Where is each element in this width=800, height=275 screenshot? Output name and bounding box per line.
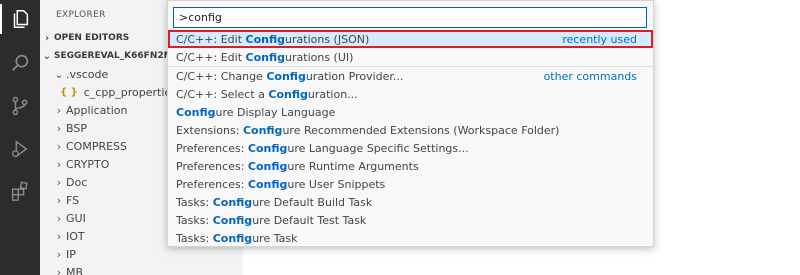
chevron-right-icon: › (56, 265, 62, 275)
tree-item[interactable]: › MB (40, 263, 243, 275)
command-item[interactable]: Tasks: Configure Default Build Task (168, 193, 653, 211)
chevron-right-icon: › (56, 121, 62, 135)
search-icon[interactable] (7, 50, 33, 76)
tree-item-label: .vscode (66, 67, 109, 81)
command-label: Tasks: Configure Default Build Task (176, 195, 373, 209)
files-icon[interactable] (7, 6, 33, 32)
command-item[interactable]: C/C++: Edit Configurations (JSON) recentl… (168, 30, 653, 48)
tree-item-label: Doc (66, 175, 88, 189)
command-group-tag: other commands (543, 69, 637, 83)
activity-bar (0, 0, 40, 275)
chevron-right-icon: › (56, 229, 62, 243)
match-highlight: Config (242, 123, 283, 137)
command-item[interactable]: Preferences: Configure Runtime Arguments (168, 157, 653, 175)
command-item[interactable]: C/C++: Edit Configurations (UI) (168, 48, 653, 66)
match-highlight: Config (247, 177, 288, 191)
json-file-icon: { } (60, 86, 78, 98)
command-group-tag: recently used (562, 32, 637, 46)
command-item[interactable]: Tasks: Configure Default Test Task (168, 211, 653, 229)
tree-item-label: GUI (66, 211, 86, 225)
tree-item-label: IP (66, 247, 76, 261)
command-item[interactable]: Configure Display Language (168, 103, 653, 121)
chevron-right-icon: › (56, 211, 62, 225)
command-palette: C/C++: Edit Configurations (JSON) recentl… (167, 0, 654, 247)
chevron-right-icon: › (56, 193, 62, 207)
command-label: C/C++: Edit Configurations (UI) (176, 50, 354, 64)
match-highlight: Config (212, 195, 253, 209)
command-item[interactable]: Preferences: Configure User Snippets (168, 175, 653, 193)
command-item[interactable]: Preferences: Configure Language Specific… (168, 139, 653, 157)
command-label: C/C++: Edit Configurations (JSON) (176, 32, 370, 46)
match-highlight: Config (212, 213, 253, 227)
tree-item-label: Application (66, 103, 128, 117)
command-label: C/C++: Select a Configuration... (176, 87, 358, 101)
tree-item[interactable]: › IP (40, 245, 243, 263)
extensions-icon[interactable] (7, 178, 33, 204)
match-highlight: Config (245, 50, 286, 64)
chevron-right-icon: › (44, 32, 50, 44)
match-highlight: Config (212, 231, 253, 245)
match-highlight: Config (245, 32, 286, 46)
chevron-right-icon: › (56, 103, 62, 117)
command-label: Tasks: Configure Task (176, 231, 298, 245)
command-label: Extensions: Configure Recommended Extens… (176, 123, 560, 137)
tree-item-label: BSP (66, 121, 87, 135)
command-label: Preferences: Configure Language Specific… (176, 141, 469, 155)
command-item[interactable]: Extensions: Configure Recommended Extens… (168, 121, 653, 139)
command-item[interactable]: C/C++: Change Configuration Provider... o… (168, 67, 653, 85)
active-indicator (0, 4, 2, 34)
tree-item-label: FS (66, 193, 80, 207)
workspace-label: SEGGEREVAL_K66FN2M0_ (54, 51, 184, 61)
match-highlight: Config (247, 141, 288, 155)
command-palette-input[interactable] (173, 7, 647, 28)
chevron-down-icon: ⌄ (42, 50, 52, 62)
chevron-right-icon: › (56, 175, 62, 189)
chevron-right-icon: › (56, 247, 62, 261)
command-label: Preferences: Configure Runtime Arguments (176, 159, 419, 173)
source-control-icon[interactable] (7, 93, 33, 119)
chevron-right-icon: › (56, 157, 62, 171)
match-highlight: Config (247, 159, 288, 173)
chevron-right-icon: › (56, 139, 62, 153)
chevron-down-icon: ⌄ (54, 67, 64, 81)
match-highlight: Config (268, 87, 308, 101)
command-label: Preferences: Configure User Snippets (176, 177, 386, 191)
match-highlight: Config (176, 105, 216, 119)
command-label: Tasks: Configure Default Test Task (176, 213, 367, 227)
tree-item-label: COMPRESS (66, 139, 128, 153)
command-item[interactable]: Tasks: Configure Task (168, 229, 653, 247)
open-editors-label: OPEN EDITORS (54, 33, 130, 43)
run-debug-icon[interactable] (7, 136, 33, 162)
sidebar-title: EXPLORER (56, 10, 106, 20)
command-label: Configure Display Language (176, 105, 336, 119)
tree-item-label: MB (66, 265, 84, 275)
match-highlight: Config (266, 69, 306, 83)
command-item[interactable]: C/C++: Select a Configuration... (168, 85, 653, 103)
tree-item-label: IOT (66, 229, 85, 243)
tree-item-label: CRYPTO (66, 157, 110, 171)
command-label: C/C++: Change Configuration Provider... (176, 69, 404, 83)
